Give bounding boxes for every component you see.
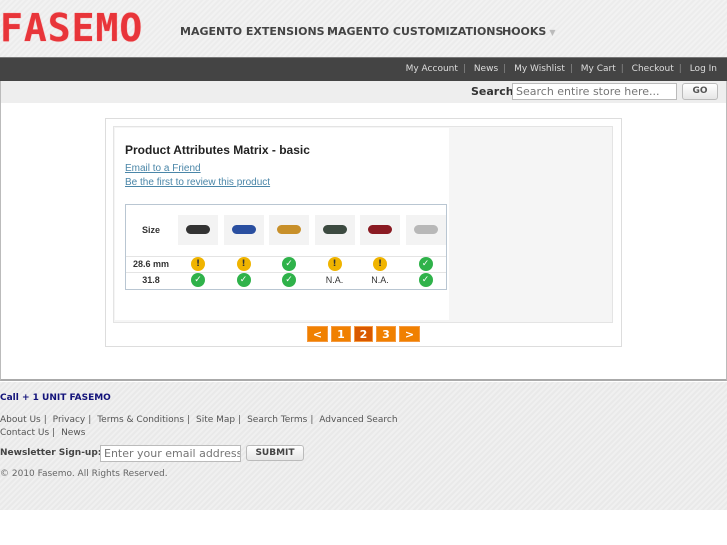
newsletter-submit-button[interactable]: SUBMIT [246,445,304,461]
clamp-image [322,225,347,234]
pagination-next[interactable]: > [399,326,420,342]
product-color-swatch[interactable] [314,215,355,245]
top-links: My Account | News | My Wishlist | My Cart | … [405,64,717,74]
clamp-image [186,225,210,234]
check-icon: ✓ [282,273,296,287]
product-color-swatch[interactable] [223,215,264,245]
footer-links: About Us | Privacy | Terms & Conditions | S… [0,415,398,425]
footer-link-advanced-search[interactable]: Advanced Search [319,415,397,425]
nav-label: MAGENTO CUSTOMIZATIONS [327,25,504,38]
nav-magento-extensions[interactable]: MAGENTO EXTENSIONS ▼ [180,25,334,38]
footer-call: Call + 1 UNIT FASEMO [0,393,111,403]
search-go-button[interactable]: GO [682,83,718,100]
pagination-page-3[interactable]: 3 [376,326,396,342]
footer-link-news[interactable]: News [61,428,85,438]
search-bar: Search GO [0,81,727,103]
attributes-matrix: Size 28.6 mm 31.8 ! ✓! ✓ ✓ ✓! N.A.! N.A. ✓ ✓ [125,204,447,290]
footer-link-about[interactable]: About Us [0,415,41,425]
product-color-swatch[interactable] [405,215,446,245]
check-icon: ✓ [418,273,433,287]
nav-hooks[interactable]: HOOKS ▼ [502,25,556,38]
footer-links-2: Contact Us | News [0,428,86,438]
footer-link-sitemap[interactable]: Site Map [196,415,235,425]
check-icon: ✓ [236,273,251,287]
footer-link-privacy[interactable]: Privacy [53,415,86,425]
check-icon: ✓ [418,257,433,271]
pagination-page-1[interactable]: 1 [331,326,351,342]
footer-link-contact[interactable]: Contact Us [0,428,49,438]
product-color-swatch[interactable] [178,215,218,245]
footer-link-search-terms[interactable]: Search Terms [247,415,307,425]
warning-icon: ! [373,257,387,271]
clamp-image [413,225,438,234]
product-color-swatch[interactable] [269,215,309,245]
link-news[interactable]: News [474,64,498,74]
search-input[interactable] [512,83,677,100]
nav-label: HOOKS [502,25,547,38]
warning-icon: ! [236,257,251,271]
newsletter-email-input[interactable] [100,445,241,462]
nav-label: MAGENTO EXTENSIONS [180,25,325,38]
matrix-header-size: Size [141,225,160,235]
clamp-image [231,225,256,234]
clamp-image [277,225,301,234]
chevron-down-icon: ▼ [549,28,556,37]
link-my-account[interactable]: My Account [406,64,458,74]
link-checkout[interactable]: Checkout [632,64,674,74]
product-title: Product Attributes Matrix - basic [125,143,310,157]
review-link[interactable]: Be the first to review this product [125,177,270,188]
search-label: Search [471,85,514,98]
product-color-swatch[interactable] [360,215,400,245]
nav-magento-customizations[interactable]: MAGENTO CUSTOMIZATIONS ▼ [327,25,513,38]
logo[interactable]: FASEMO [0,6,143,50]
link-my-wishlist[interactable]: My Wishlist [514,64,565,74]
pagination-page-2[interactable]: 2 [354,326,373,342]
matrix-row-label: 28.6 mm [132,259,170,269]
not-available-label: N.A. [371,275,389,285]
check-icon: ✓ [282,257,296,271]
copyright: © 2010 Fasemo. All Rights Reserved. [0,469,168,479]
email-friend-link[interactable]: Email to a Friend [125,163,201,174]
clamp-image [368,225,392,234]
link-log-in[interactable]: Log In [690,64,717,74]
matrix-row-label: 31.8 [142,275,160,285]
check-icon: ✓ [191,273,205,287]
footer-link-terms[interactable]: Terms & Conditions [97,415,184,425]
warning-icon: ! [191,257,205,271]
warning-icon: ! [327,257,342,271]
pagination-prev[interactable]: < [307,326,328,342]
newsletter-label: Newsletter Sign-up: [0,448,102,458]
not-available-label: N.A. [325,275,344,285]
top-links-bar: My Account | News | My Wishlist | My Cart | … [0,57,727,81]
link-my-cart[interactable]: My Cart [581,64,616,74]
